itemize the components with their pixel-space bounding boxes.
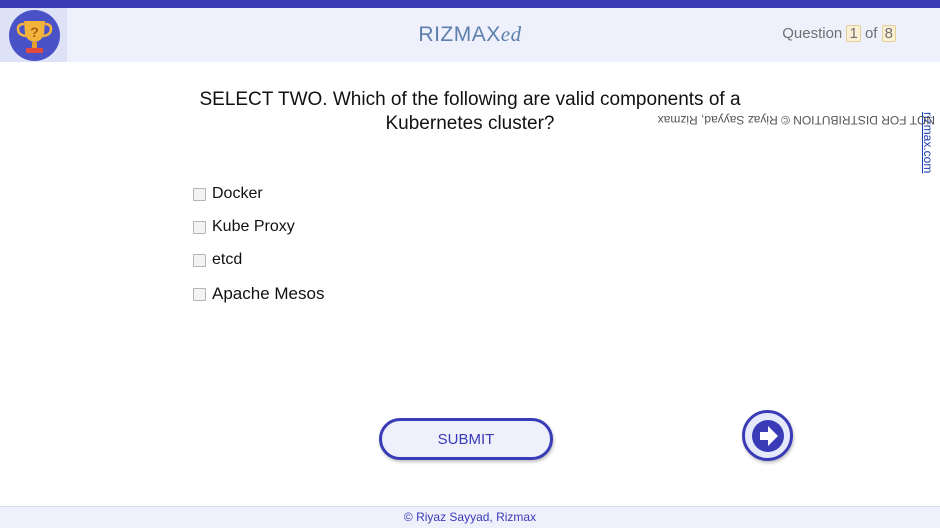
submit-button[interactable]: SUBMIT	[379, 418, 553, 460]
question-total: 8	[881, 25, 896, 42]
watermark-text: NOT FOR DISTRIBUTION © Riyaz Sayyad, Riz…	[657, 112, 935, 174]
question-current: 1	[846, 25, 861, 42]
quiz-app: ? RIZMAXed Question 1 of 8 SELECT TWO. W…	[0, 0, 940, 528]
option-checkbox[interactable]	[193, 220, 206, 234]
option-label: etcd	[212, 251, 243, 268]
question-counter-label: Question	[782, 25, 843, 42]
option-checkbox[interactable]	[193, 287, 206, 301]
option-etcd[interactable]: etcd	[193, 251, 242, 269]
next-button[interactable]	[742, 410, 793, 461]
option-docker[interactable]: Docker	[193, 185, 263, 203]
option-checkbox[interactable]	[193, 253, 206, 267]
option-label: Docker	[212, 185, 263, 202]
option-label: Kube Proxy	[212, 218, 295, 235]
watermark: NOT FOR DISTRIBUTION © Riyaz Sayyad, Riz…	[657, 112, 938, 457]
option-checkbox[interactable]	[193, 187, 206, 201]
top-accent-bar	[0, 0, 940, 8]
question-counter: Question 1 of 8	[782, 25, 896, 42]
option-apache-mesos[interactable]: Apache Mesos	[193, 284, 324, 304]
option-label: Apache Mesos	[212, 284, 325, 303]
brand-main: RIZMAX	[418, 23, 501, 46]
brand-suffix: ed	[500, 22, 522, 46]
footer: © Riyaz Sayyad, Rizmax	[0, 506, 940, 528]
question-text: SELECT TWO. Which of the following are v…	[199, 89, 741, 134]
arrow-right-icon	[751, 419, 784, 452]
question-of: of	[864, 25, 878, 42]
option-kube-proxy[interactable]: Kube Proxy	[193, 218, 295, 236]
